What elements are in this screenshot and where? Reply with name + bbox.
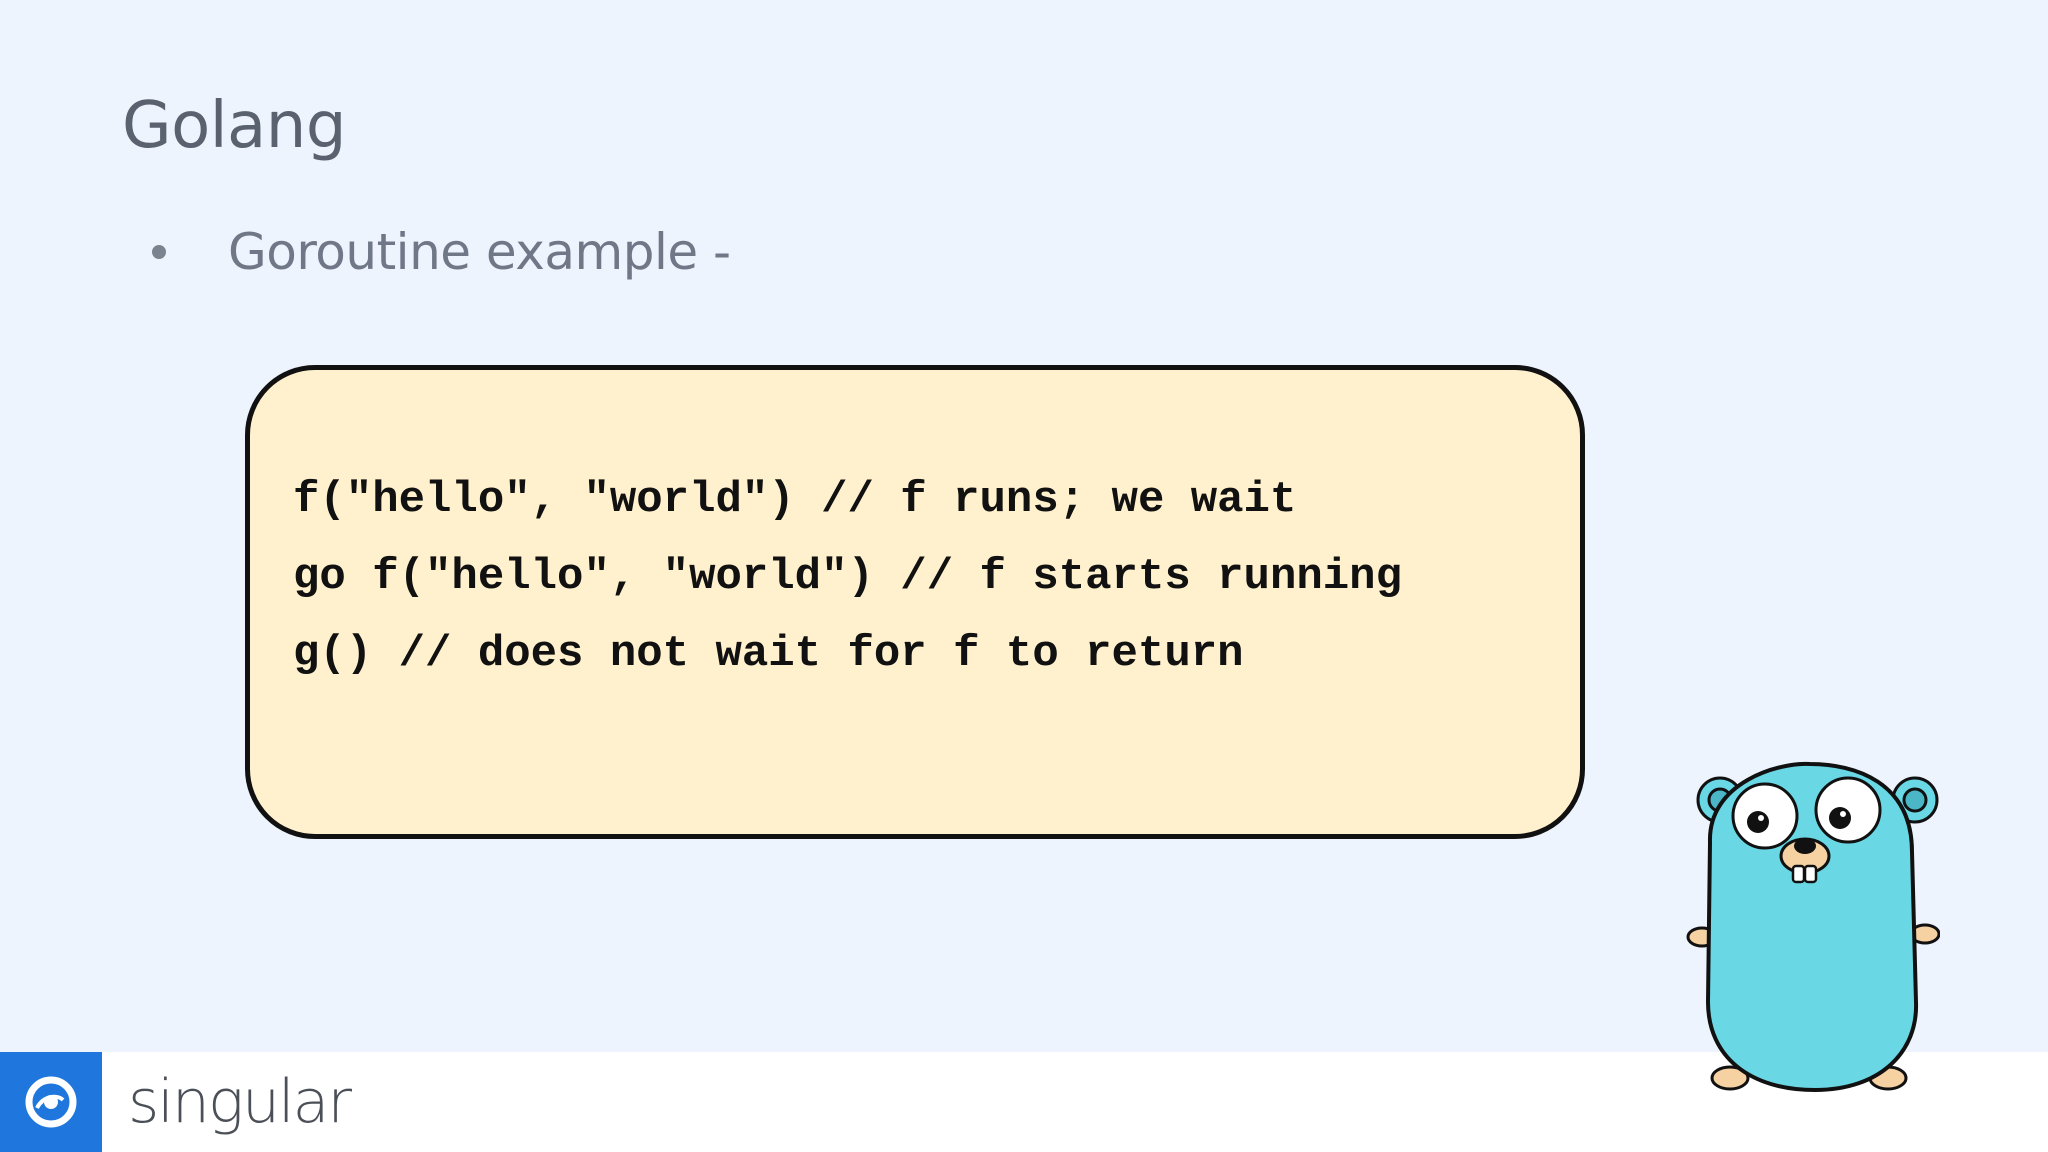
bullet-item: Goroutine example - [152,216,731,288]
go-gopher-icon [1686,761,1940,1093]
brand-wordmark: singular [128,1067,352,1137]
code-block: f("hello", "world") // f runs; we wait g… [245,365,1585,839]
code-line: go f("hello", "world") // f starts runni… [293,552,1402,602]
slide-title: Golang [122,89,346,163]
bullet-dot-icon [152,245,166,259]
bullet-text: Goroutine example - [228,223,731,281]
code-line: f("hello", "world") // f runs; we wait [293,475,1297,525]
singular-logo-icon [0,1052,102,1152]
code-line: g() // does not wait for f to return [293,629,1244,679]
